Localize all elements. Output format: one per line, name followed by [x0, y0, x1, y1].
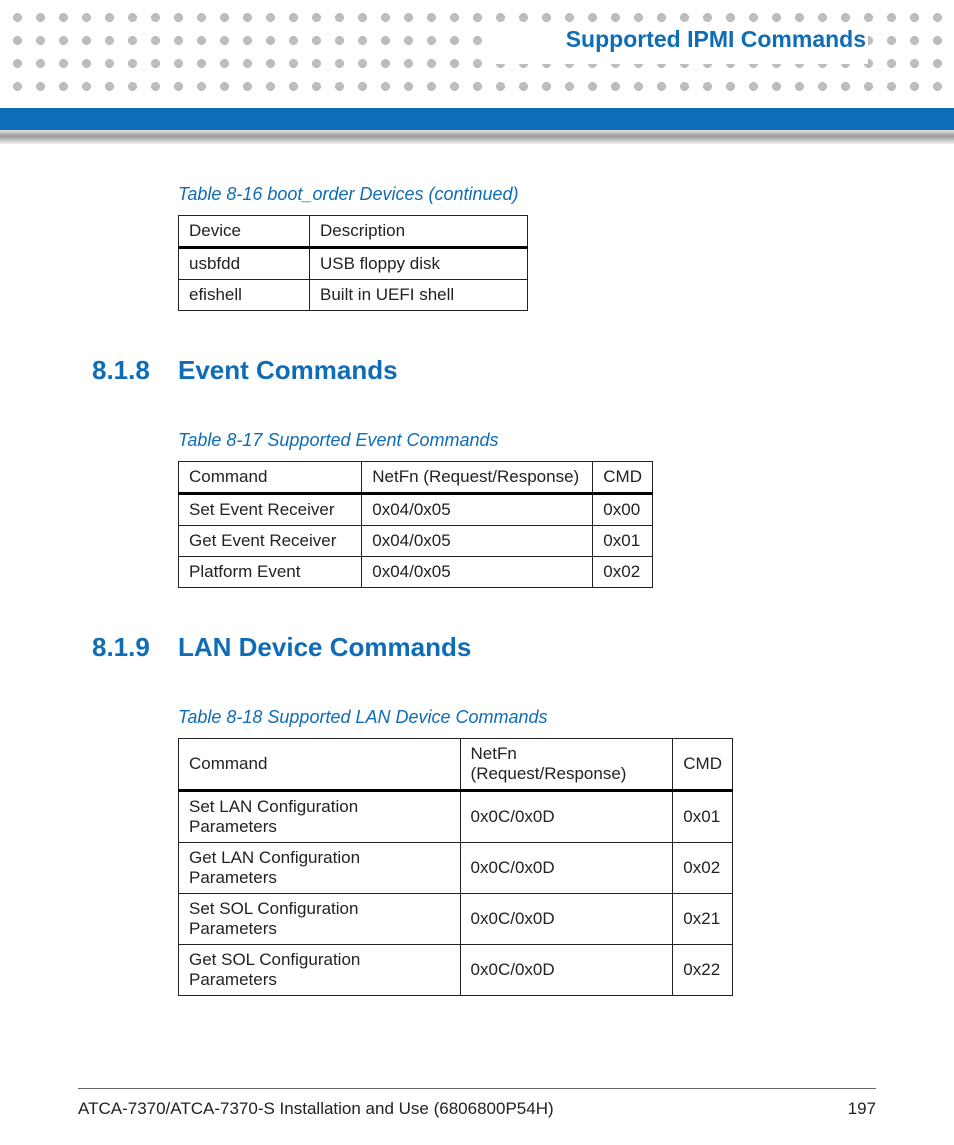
table-row: Command NetFn (Request/Response) CMD: [179, 462, 653, 494]
cell: 0x01: [593, 526, 653, 557]
cell: usbfdd: [179, 248, 310, 280]
table-row: Set SOL Configuration Parameters 0x0C/0x…: [179, 894, 733, 945]
section-heading-8-1-9: 8.1.9LAN Device Commands: [92, 632, 862, 663]
section-heading-8-1-8: 8.1.8Event Commands: [92, 355, 862, 386]
cell: 0x04/0x05: [362, 557, 593, 588]
section-number: 8.1.9: [92, 632, 178, 663]
footer-rule: [78, 1088, 876, 1089]
table-row: Get LAN Configuration Parameters 0x0C/0x…: [179, 843, 733, 894]
cell: 0x04/0x05: [362, 494, 593, 526]
col-header-command: Command: [179, 462, 362, 494]
cell: Set SOL Configuration Parameters: [179, 894, 461, 945]
footer-page-number: 197: [848, 1099, 876, 1119]
col-header-netfn: NetFn (Request/Response): [460, 739, 673, 791]
cell: 0x04/0x05: [362, 526, 593, 557]
header-silver-bar: [0, 130, 954, 144]
cell: 0x0C/0x0D: [460, 894, 673, 945]
table-row: Command NetFn (Request/Response) CMD: [179, 739, 733, 791]
cell: Get SOL Configuration Parameters: [179, 945, 461, 996]
chapter-title: Supported IPMI Commands: [566, 26, 866, 53]
table-8-16: Device Description usbfdd USB floppy dis…: [178, 215, 528, 311]
cell: Built in UEFI shell: [310, 280, 528, 311]
table-8-18: Command NetFn (Request/Response) CMD Set…: [178, 738, 733, 996]
cell: USB floppy disk: [310, 248, 528, 280]
col-header-device: Device: [179, 216, 310, 248]
cell: 0x22: [673, 945, 733, 996]
table-8-16-caption: Table 8-16 boot_order Devices (continued…: [178, 184, 862, 205]
page-footer: ATCA-7370/ATCA-7370-S Installation and U…: [78, 1099, 876, 1119]
table-row: Platform Event 0x04/0x05 0x02: [179, 557, 653, 588]
col-header-cmd: CMD: [593, 462, 653, 494]
table-row: Device Description: [179, 216, 528, 248]
table-row: Get SOL Configuration Parameters 0x0C/0x…: [179, 945, 733, 996]
header-blue-bar: [0, 108, 954, 130]
cell: Get LAN Configuration Parameters: [179, 843, 461, 894]
table-row: Set LAN Configuration Parameters 0x0C/0x…: [179, 791, 733, 843]
cell: 0x01: [673, 791, 733, 843]
table-8-18-caption: Table 8-18 Supported LAN Device Commands: [178, 707, 862, 728]
cell: 0x00: [593, 494, 653, 526]
cell: 0x02: [673, 843, 733, 894]
col-header-description: Description: [310, 216, 528, 248]
cell: Platform Event: [179, 557, 362, 588]
cell: 0x0C/0x0D: [460, 843, 673, 894]
cell: efishell: [179, 280, 310, 311]
table-row: usbfdd USB floppy disk: [179, 248, 528, 280]
cell: 0x02: [593, 557, 653, 588]
cell: Set LAN Configuration Parameters: [179, 791, 461, 843]
cell: Get Event Receiver: [179, 526, 362, 557]
table-8-17-caption: Table 8-17 Supported Event Commands: [178, 430, 862, 451]
col-header-netfn: NetFn (Request/Response): [362, 462, 593, 494]
section-title: Event Commands: [178, 355, 398, 385]
cell: 0x0C/0x0D: [460, 945, 673, 996]
col-header-command: Command: [179, 739, 461, 791]
section-number: 8.1.8: [92, 355, 178, 386]
col-header-cmd: CMD: [673, 739, 733, 791]
cell: Set Event Receiver: [179, 494, 362, 526]
table-8-17: Command NetFn (Request/Response) CMD Set…: [178, 461, 653, 588]
table-row: Set Event Receiver 0x04/0x05 0x00: [179, 494, 653, 526]
footer-doc-title: ATCA-7370/ATCA-7370-S Installation and U…: [78, 1099, 554, 1119]
table-row: efishell Built in UEFI shell: [179, 280, 528, 311]
cell: 0x0C/0x0D: [460, 791, 673, 843]
table-row: Get Event Receiver 0x04/0x05 0x01: [179, 526, 653, 557]
cell: 0x21: [673, 894, 733, 945]
section-title: LAN Device Commands: [178, 632, 471, 662]
page-content: Table 8-16 boot_order Devices (continued…: [92, 174, 862, 996]
